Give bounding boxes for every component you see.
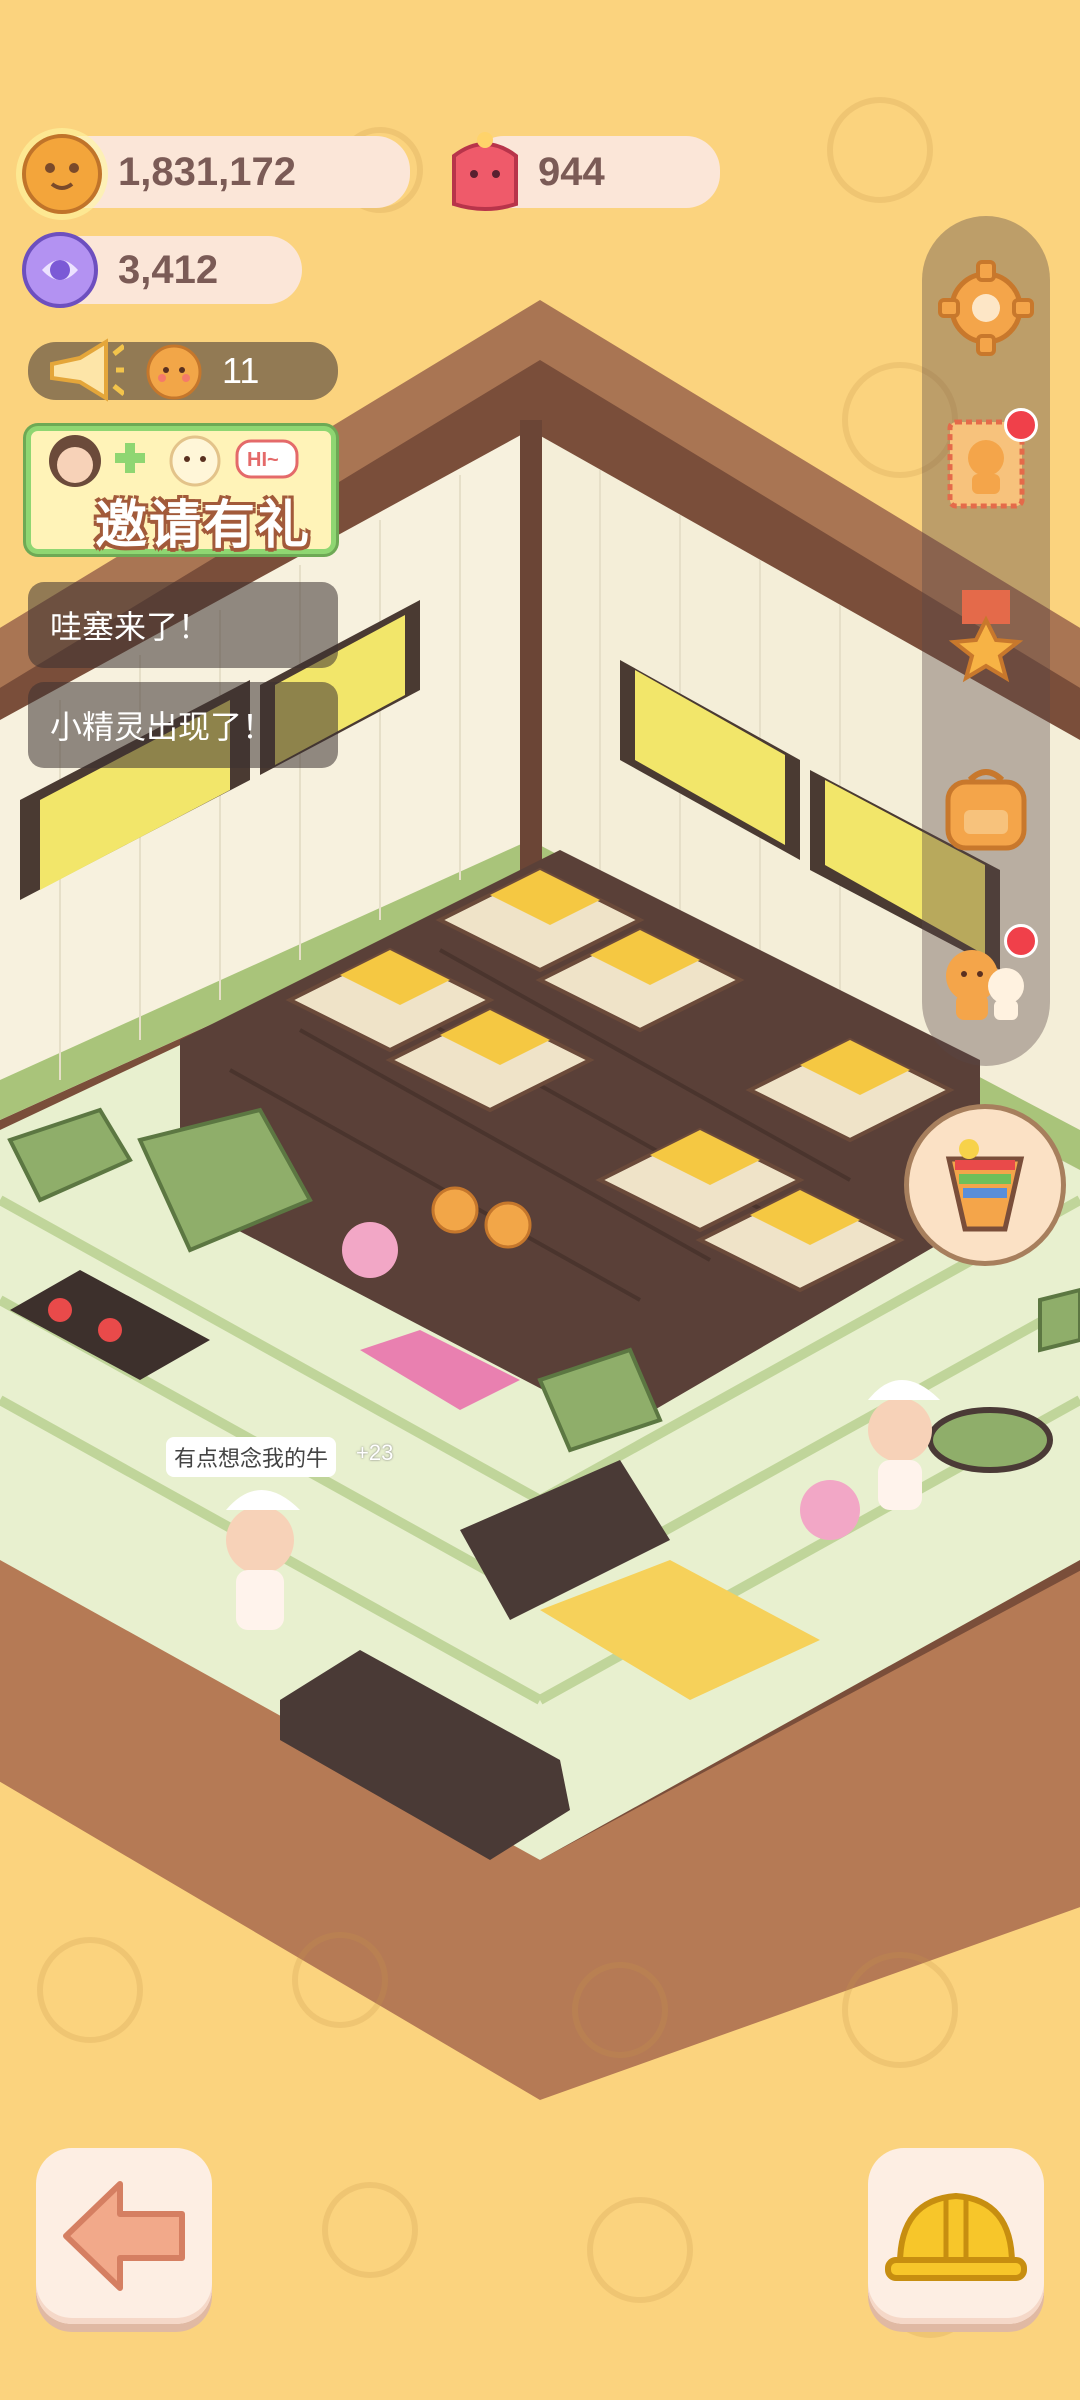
cookie-mascot-icon (146, 344, 202, 400)
gems-value: 944 (538, 149, 605, 194)
toast-message: 小精灵出现了！ (28, 682, 338, 768)
notification-badge (1004, 924, 1038, 958)
colorful-bag-icon (945, 1139, 1025, 1232)
medal-icon[interactable] (934, 586, 1038, 690)
coin-icon (16, 128, 108, 220)
invite-banner[interactable]: HI~ 邀请有礼 (26, 426, 336, 555)
gear-icon[interactable] (934, 256, 1038, 360)
candy-value: 3,412 (118, 247, 219, 292)
coins-value: 1,831,172 (118, 149, 296, 194)
reward-float: +23 (356, 1440, 394, 1465)
notification-badge (1004, 408, 1038, 442)
character-speech-text: 有点想念我的牛 (174, 1446, 329, 1471)
jelly-icon (452, 132, 518, 211)
toast-message: 哇塞来了！ (28, 582, 338, 668)
megaphone-icon (50, 338, 124, 402)
candy-icon (22, 232, 98, 308)
character-speech-bubble: 有点想念我的牛 (166, 1437, 337, 1477)
side-menu (922, 216, 1050, 1066)
backpack-icon[interactable] (934, 758, 1038, 862)
event-shop-button[interactable] (904, 1104, 1066, 1266)
invite-badge-text: HI~ (247, 449, 279, 471)
announcement-count: 11 (222, 350, 260, 391)
invite-characters-icon (49, 435, 299, 487)
build-mode-button[interactable] (868, 2148, 1044, 2324)
announcement-bar[interactable]: 11 (28, 338, 338, 402)
back-button[interactable] (36, 2148, 212, 2324)
back-arrow-icon (63, 2181, 185, 2291)
invite-label: 邀请有礼 (95, 497, 312, 555)
hardhat-icon (885, 2192, 1027, 2281)
